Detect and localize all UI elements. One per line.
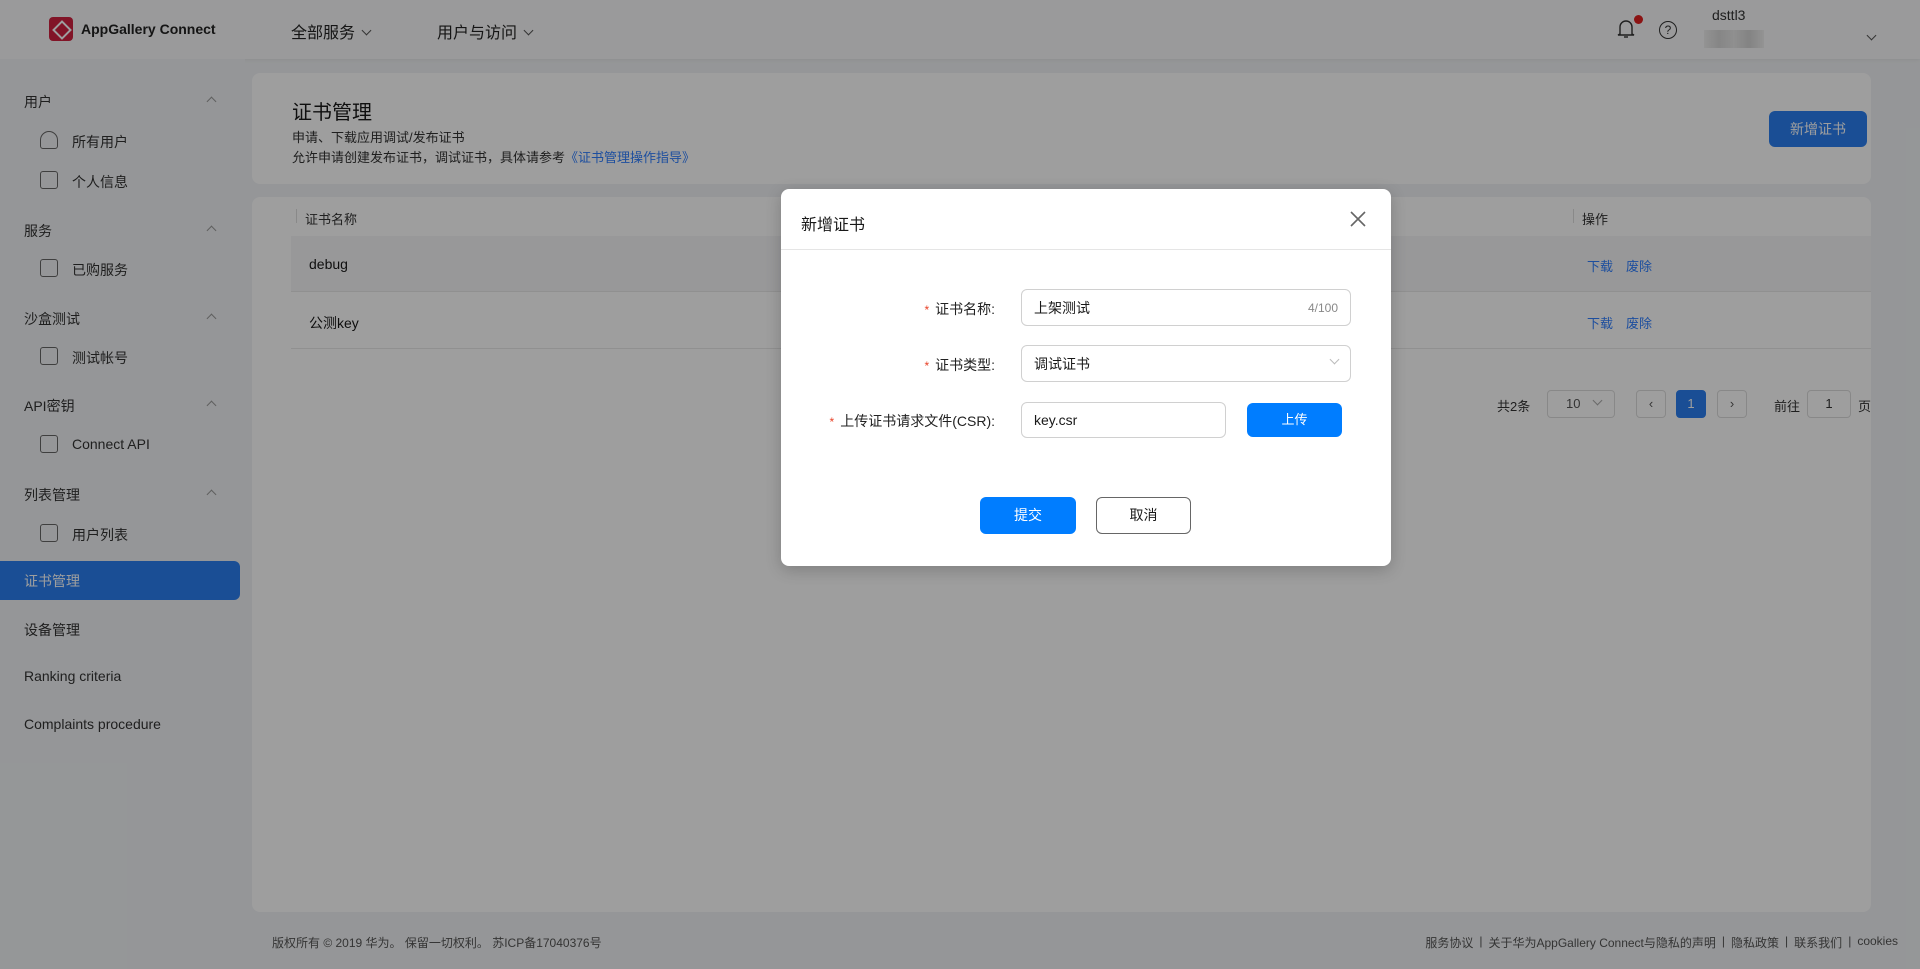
submit-button[interactable]: 提交 (980, 497, 1076, 534)
required-mark: * (924, 359, 930, 373)
char-counter: 4/100 (1307, 300, 1338, 315)
add-certificate-dialog: 新增证书 * 证书名称: 上架测试 4/100 * 证书类型: 调试证书 * 上传证书请… (781, 189, 1391, 566)
dialog-title: 新增证书 (801, 217, 866, 234)
select-value: 调试证书 (1034, 355, 1090, 372)
certificate-name-input[interactable]: 上架测试 4/100 (1021, 289, 1351, 326)
input-value: 上架测试 (1034, 299, 1090, 316)
name-label: * 证书名称: (695, 299, 995, 319)
divider (781, 249, 1391, 250)
label-text: 证书名称: (935, 301, 995, 317)
required-mark: * (829, 415, 835, 429)
certificate-type-select[interactable]: 调试证书 (1021, 345, 1351, 382)
type-label: * 证书类型: (695, 355, 995, 375)
csr-label: * 上传证书请求文件(CSR): (695, 411, 995, 431)
close-icon[interactable] (1348, 209, 1368, 229)
label-text: 上传证书请求文件(CSR): (840, 413, 995, 429)
upload-button[interactable]: 上传 (1247, 403, 1342, 437)
required-mark: * (924, 303, 930, 317)
chevron-down-icon (1329, 354, 1340, 365)
csr-file-input[interactable]: key.csr (1021, 402, 1226, 438)
label-text: 证书类型: (935, 357, 995, 373)
cancel-button[interactable]: 取消 (1096, 497, 1191, 534)
